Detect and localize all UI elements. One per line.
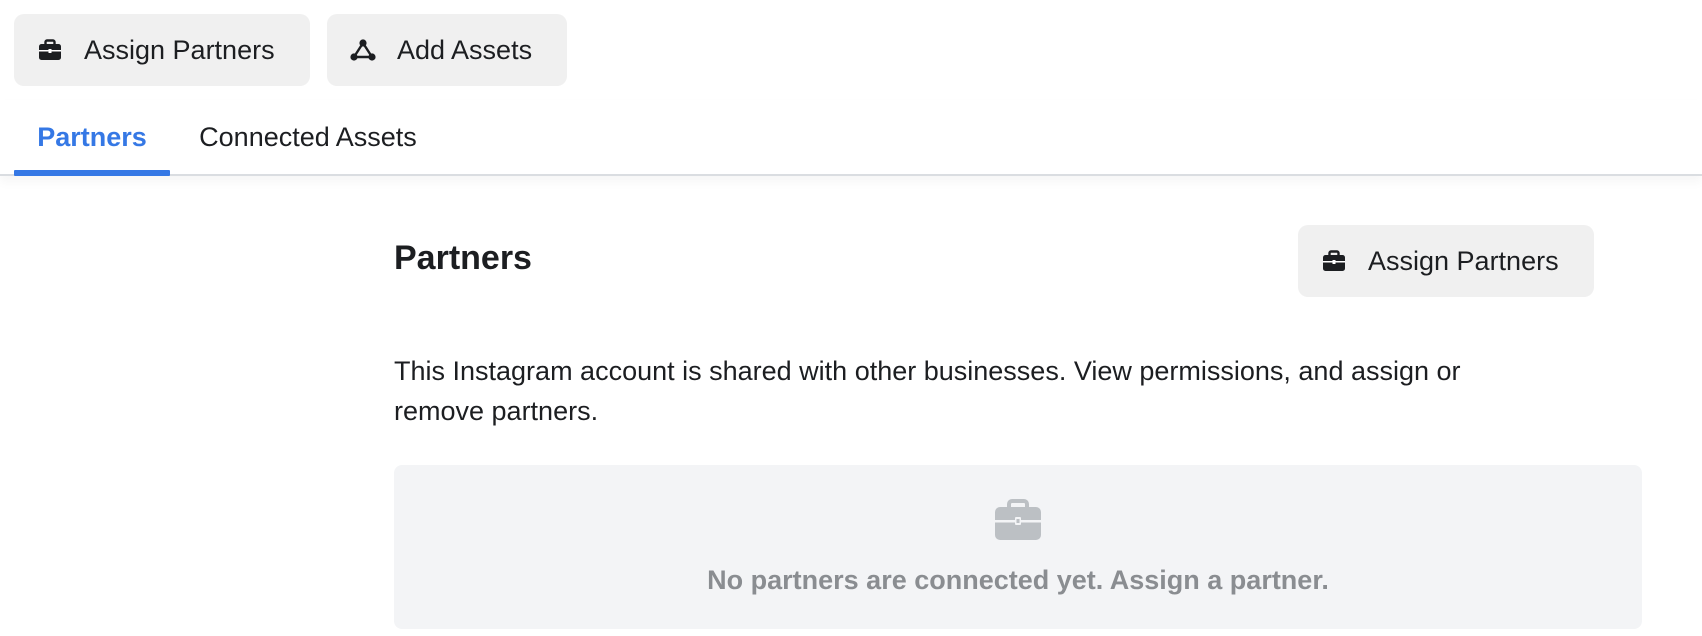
assign-partners-section-button[interactable]: Assign Partners [1298, 225, 1594, 297]
briefcase-icon [36, 36, 64, 64]
tab-partners[interactable]: Partners [14, 100, 170, 176]
assign-partners-button[interactable]: Assign Partners [14, 14, 310, 86]
empty-state-message: No partners are connected yet. Assign a … [707, 565, 1329, 595]
add-assets-label: Add Assets [397, 34, 533, 65]
section-description: This Instagram account is shared with ot… [394, 356, 1461, 426]
assign-partners-section-label: Assign Partners [1368, 245, 1559, 276]
tab-bar: Partners Connected Assets [0, 100, 1702, 176]
briefcase-icon [1320, 247, 1348, 275]
section-title: Partners [394, 239, 532, 277]
connected-nodes-icon [349, 36, 377, 64]
top-action-bar: Assign Partners Add Assets [14, 14, 567, 86]
partners-section: Partners Assign Partners This Instagram … [394, 225, 1642, 629]
briefcase-icon [994, 499, 1042, 541]
section-header: Partners Assign Partners [394, 225, 1642, 297]
empty-state: No partners are connected yet. Assign a … [394, 465, 1642, 629]
tab-connected-assets[interactable]: Connected Assets [193, 100, 423, 174]
add-assets-button[interactable]: Add Assets [327, 14, 567, 86]
assign-partners-label: Assign Partners [84, 34, 275, 65]
